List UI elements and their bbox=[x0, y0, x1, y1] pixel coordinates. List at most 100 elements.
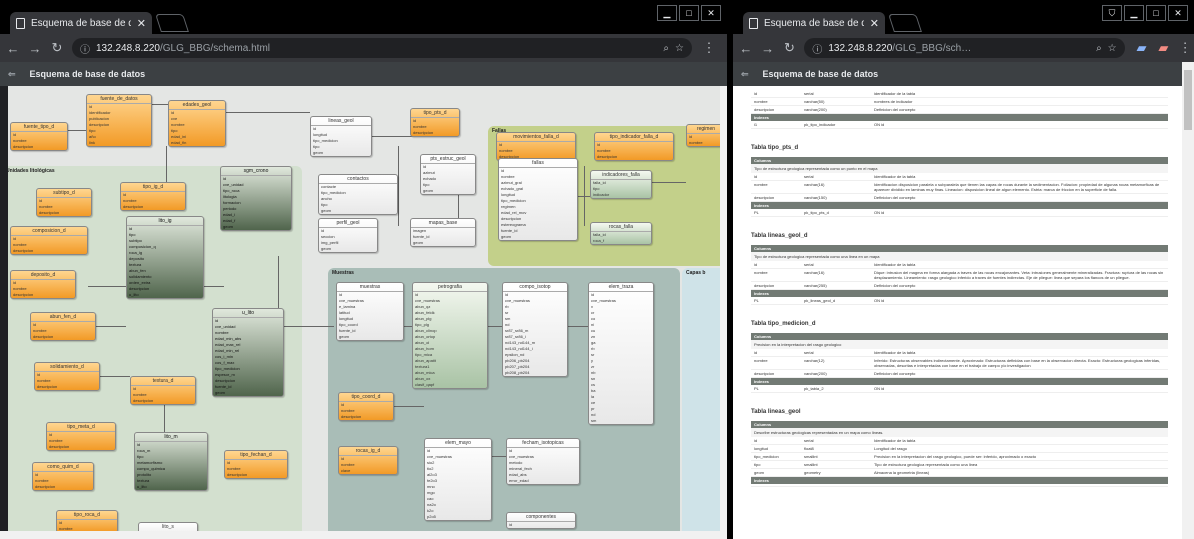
entity-perfil-geol[interactable]: perfil_geol id seccion img_perfil geom bbox=[318, 218, 378, 253]
extension-red-icon[interactable]: ▰ bbox=[1154, 40, 1172, 56]
table-description: Tipo de estructura geologica representad… bbox=[751, 164, 1168, 173]
indexes-header: Indexes bbox=[751, 114, 1168, 121]
entity-rocas-falla[interactable]: rocas_falla falla_id roca_f bbox=[590, 222, 652, 245]
entity-column: edad_fin bbox=[171, 140, 187, 145]
entity-tipo-pts-d[interactable]: tipo_pts_d id nombre descripcion bbox=[410, 108, 460, 137]
maximize-icon[interactable]: □ bbox=[679, 5, 699, 21]
entity-lineas-geol[interactable]: lineas_geol id longitud tipo_medicion tipo ge… bbox=[310, 116, 372, 157]
new-tab-button[interactable] bbox=[155, 14, 189, 32]
profile-icon[interactable]: ⛉ bbox=[1102, 5, 1122, 21]
entity-componentes[interactable]: componentes id bbox=[506, 512, 576, 529]
entity-tipo-meta-d[interactable]: tipo_meta_d id nombre descripcion bbox=[46, 422, 116, 451]
maximize-icon[interactable]: □ bbox=[1146, 5, 1166, 21]
table-cell: pk_tabla_2 bbox=[804, 386, 824, 391]
schema-diagram[interactable]: Unidades litológicas Fallas Muestras Cap… bbox=[8, 86, 720, 532]
schema-table: Tabla lineas_geol_d Columns Tipo de estruc… bbox=[751, 233, 1168, 305]
entity-fuente-de-datos[interactable]: fuente_de_datos id identificador publicacio… bbox=[86, 94, 152, 147]
entity-fuente-tipo-d[interactable]: fuente_tipo_d id nombre descripcion bbox=[10, 122, 68, 151]
entity-pts-estruc-geol[interactable]: pts_estruc_geol id azimut echado tipo geom bbox=[420, 154, 476, 195]
close-tab-icon[interactable]: ✕ bbox=[870, 17, 879, 30]
relation-line bbox=[584, 166, 585, 226]
address-bar[interactable]: ⓘ 132.248.8.220/GLG_BBG/sch… ⌕ ☆ bbox=[804, 38, 1125, 58]
entity-textura-d[interactable]: textura_d id nombre descripcion bbox=[130, 376, 196, 405]
close-window-icon[interactable]: ✕ bbox=[1168, 5, 1188, 21]
back-arrow-icon[interactable]: ⇐ bbox=[741, 69, 749, 80]
entity-title: regimen bbox=[687, 125, 720, 134]
table-cell: descripcion bbox=[754, 371, 775, 376]
entity-movimientos-falla-d[interactable]: movimientos_falla_d id nombre descripcion bbox=[496, 132, 576, 161]
tab-schema[interactable]: Esquema de base de dat… ✕ bbox=[10, 12, 152, 34]
entity-tipo-ig-d[interactable]: tipo_ig_d id nombre descripcion bbox=[120, 182, 186, 211]
horizontal-scrollbar[interactable] bbox=[0, 531, 727, 539]
entity-contactos[interactable]: contactos contacte tipo_medicion ancho tipo g… bbox=[318, 174, 398, 215]
vertical-scrollbar[interactable] bbox=[720, 86, 727, 531]
entity-elem-traza[interactable]: elem_traza id cve_muestras v cr co ni cu zn ga rb s… bbox=[588, 282, 654, 425]
entity-indicadores-falla[interactable]: indicadores_falla falla_id tipo indicador bbox=[590, 170, 652, 199]
entity-composicion-d[interactable]: composicion_d id nombre descripcion bbox=[10, 226, 88, 255]
entity-elem-mayo[interactable]: elem_mayo id cve_muestras sio2 tio2 al2o3 fe2o… bbox=[424, 438, 492, 521]
entity-fecham-isotopicas[interactable]: fecham_isotopicas id cve_muestras metodo min… bbox=[506, 438, 580, 485]
back-icon[interactable]: ← bbox=[4, 41, 22, 56]
table-row: descripcion varchar(200) Definicion del co… bbox=[751, 106, 1168, 114]
zoom-icon[interactable]: ⌕ bbox=[663, 43, 669, 54]
entity-fallas[interactable]: fallas id nombre azimut_gral echado_gral long… bbox=[498, 158, 578, 241]
vertical-scrollbar[interactable] bbox=[1182, 62, 1194, 539]
table-cell: Identificador de la tabla bbox=[874, 350, 916, 355]
table-row: descripcion varchar(200) Definicion del co… bbox=[751, 370, 1168, 378]
table-row: id serial Identificador de la tabla bbox=[751, 173, 1168, 181]
entity-como-quim-d[interactable]: como_quim_d id nombre descripcion bbox=[32, 462, 94, 491]
scroll-thumb[interactable] bbox=[1184, 70, 1192, 130]
reload-icon[interactable]: ↻ bbox=[781, 40, 799, 56]
entity-petrografia[interactable]: petrografia id cve_muestras abun_qz abun_fel… bbox=[412, 282, 488, 389]
entity-tipo-coord-d[interactable]: tipo_coord_d id nombre descripcion bbox=[338, 392, 394, 421]
entity-lito-m[interactable]: lito_m id roca_m tipo metamorfismo compo_quim… bbox=[134, 432, 208, 491]
close-tab-icon[interactable]: ✕ bbox=[137, 17, 146, 30]
reload-icon[interactable]: ↻ bbox=[48, 40, 66, 56]
tab-strip-right: Esquema de base de dat… ✕ ⛉ ▁ □ ✕ bbox=[733, 0, 1194, 34]
minimize-icon[interactable]: ▁ bbox=[657, 5, 677, 21]
entity-regimen[interactable]: regimen id nombre bbox=[686, 124, 720, 147]
entity-solidamiento-d[interactable]: solidamiento_d id nombre descripcion bbox=[34, 362, 100, 391]
forward-icon[interactable]: → bbox=[26, 41, 44, 56]
entity-title: muestras bbox=[337, 283, 403, 292]
back-arrow-icon[interactable]: ⇐ bbox=[8, 69, 16, 80]
table-heading: Tabla tipo_pts_d bbox=[751, 145, 799, 151]
entity-subtipo-d[interactable]: subtipo_d id nombre descripcion bbox=[36, 188, 92, 217]
back-icon[interactable]: ← bbox=[737, 41, 755, 56]
relation-line bbox=[492, 456, 506, 457]
entity-sgm-crono[interactable]: sgm_crono id cve_unidad tipo_roca litologia f… bbox=[220, 166, 292, 231]
tab-schema-right[interactable]: Esquema de base de dat… ✕ bbox=[743, 12, 885, 34]
entity-u-lito[interactable]: u_lito id cve_unidad nombre edad_min_abs edad… bbox=[212, 308, 284, 397]
bookmark-star-icon[interactable]: ☆ bbox=[1108, 43, 1117, 54]
bookmark-star-icon[interactable]: ☆ bbox=[675, 43, 684, 54]
address-bar[interactable]: ⓘ 132.248.8.220/GLG_BBG/schema.html ⌕ ☆ bbox=[72, 38, 692, 58]
info-icon[interactable]: ⓘ bbox=[80, 41, 90, 56]
entity-column: descripcion bbox=[227, 472, 248, 477]
relation-line bbox=[488, 326, 502, 327]
info-icon[interactable]: ⓘ bbox=[812, 41, 822, 56]
entity-muestras[interactable]: muestras id cve_muestras e_lamina latitud lon… bbox=[336, 282, 404, 341]
menu-icon[interactable]: ⋮ bbox=[700, 40, 718, 56]
extension-icon[interactable]: ▰ bbox=[1133, 40, 1151, 56]
minimize-icon[interactable]: ▁ bbox=[1124, 5, 1144, 21]
entity-rocas-ig-d[interactable]: rocas_ig_d id nombre clave bbox=[338, 446, 398, 475]
entity-column: pb208_pb204 bbox=[505, 370, 530, 375]
entity-deposito-d[interactable]: deposito_d id nombre descripcion bbox=[10, 270, 76, 299]
table-cell: Definicion del concepto bbox=[874, 371, 916, 376]
entity-abun-fen-d[interactable]: abun_fen_d id nombre descripcion bbox=[30, 312, 96, 341]
entity-tipo-indicador-falla-d[interactable]: tipo_indicador_falla_d id nombre descripcio… bbox=[594, 132, 674, 161]
entity-title: elem_mayo bbox=[425, 439, 491, 448]
entity-compo-isotop[interactable]: compo_isotop id cve_muestras rb sr sm nd sr87_s… bbox=[502, 282, 568, 377]
table-cell: varchar(150) bbox=[804, 195, 827, 200]
zoom-icon[interactable]: ⌕ bbox=[1096, 43, 1102, 54]
menu-icon[interactable]: ⋮ bbox=[1176, 40, 1194, 56]
entity-tipo-fechan-d[interactable]: tipo_fechan_d id nombre descripcion bbox=[224, 450, 288, 479]
new-tab-button[interactable] bbox=[888, 14, 922, 32]
entity-edades-geol[interactable]: edades_geol id cve nombre tipo edad_ini edad_f… bbox=[168, 100, 226, 147]
entity-tipo-roca-d[interactable]: tipo_roca_d id nombre bbox=[56, 510, 118, 532]
entity-mapas-base[interactable]: mapas_base imagen fuente_id geom bbox=[410, 218, 476, 247]
forward-icon[interactable]: → bbox=[759, 41, 777, 56]
entity-lito-ig[interactable]: lito_ig id tipo subtipo composicion_q roca_ig… bbox=[126, 216, 204, 299]
table-cell: PL bbox=[754, 386, 759, 391]
close-window-icon[interactable]: ✕ bbox=[701, 5, 721, 21]
